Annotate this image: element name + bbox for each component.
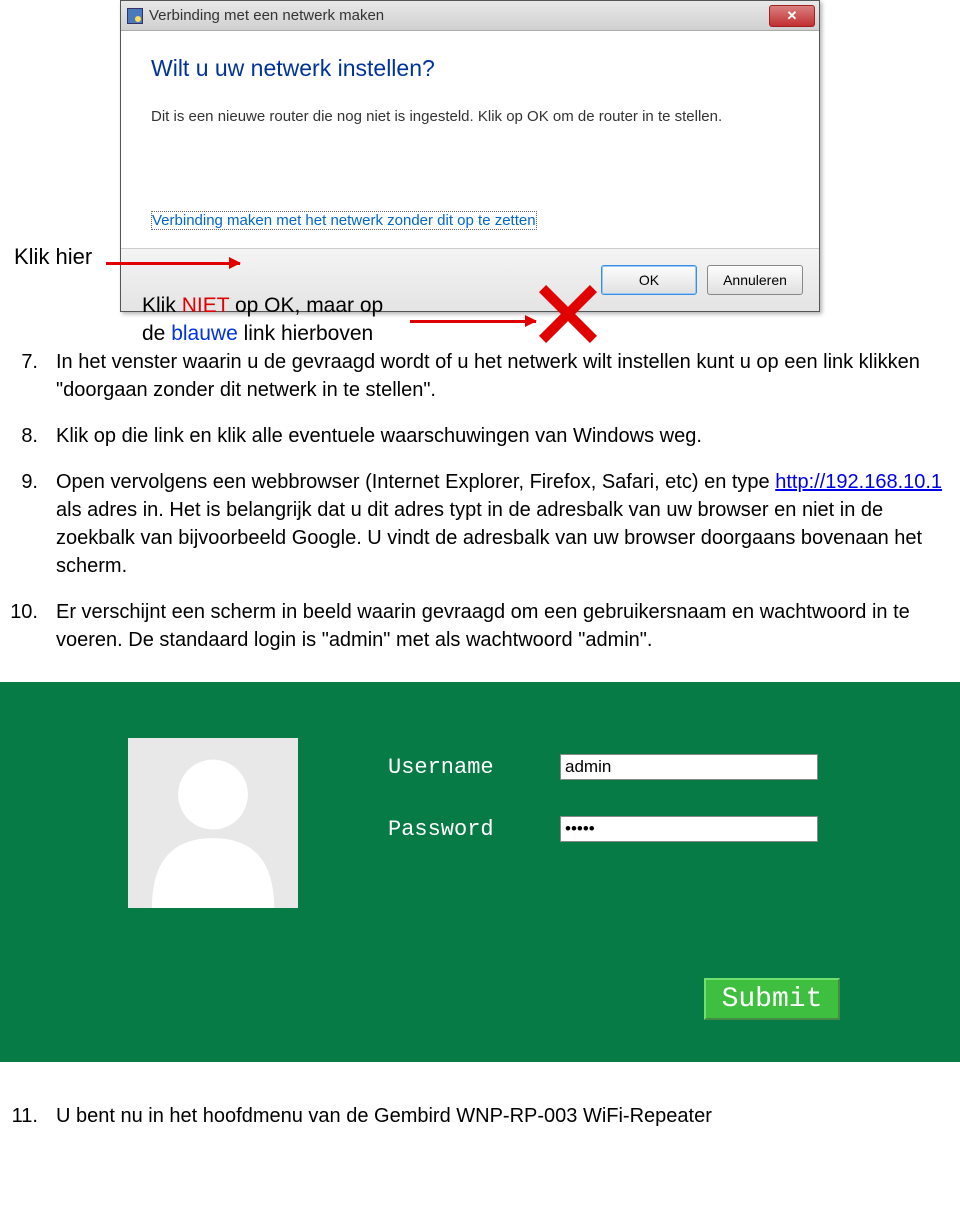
step-number: 7.: [10, 348, 56, 404]
arrow-to-link: [106, 262, 240, 265]
callout-text: de: [142, 322, 171, 345]
connect-without-setup-link[interactable]: Verbinding maken met het netwerk zonder …: [151, 211, 537, 230]
callout-blauwe: blauwe: [171, 322, 238, 345]
step-10-text: Er verschijnt een scherm in beeld waarin…: [56, 598, 950, 654]
callout-text: op OK, maar op: [229, 294, 383, 317]
password-input[interactable]: [560, 816, 818, 842]
user-avatar-placeholder: [128, 738, 298, 908]
network-icon: [127, 8, 143, 24]
username-input[interactable]: [560, 754, 818, 780]
arrow-to-ok: [410, 320, 536, 323]
close-button[interactable]: ✕: [769, 5, 815, 27]
dialog-heading: Wilt u uw netwerk instellen?: [151, 55, 789, 82]
callout-text: link hierboven: [238, 322, 373, 345]
login-panel: Username Password Submit: [0, 682, 960, 1062]
dialog-title: Verbinding met een netwerk maken: [149, 7, 769, 24]
step-number: 9.: [10, 468, 56, 580]
network-dialog: Verbinding met een netwerk maken ✕ Wilt …: [120, 0, 820, 312]
annotation-callout: Klik NIET op OK, maar op de blauwe link …: [142, 292, 383, 349]
ok-button[interactable]: OK: [601, 265, 697, 295]
password-label: Password: [388, 817, 560, 842]
step-8-text: Klik op die link en klik alle eventuele …: [56, 422, 950, 450]
callout-niet: NIET: [182, 294, 229, 317]
step-9-text: Open vervolgens een webbrowser (Internet…: [56, 468, 950, 580]
router-address-link[interactable]: http://192.168.10.1: [775, 471, 942, 493]
person-icon: [138, 748, 288, 908]
step-number: 11.: [10, 1102, 56, 1130]
step-11-text: U bent nu in het hoofdmenu van de Gembir…: [56, 1102, 950, 1130]
username-label: Username: [388, 755, 560, 780]
cancel-button[interactable]: Annuleren: [707, 265, 803, 295]
callout-text: Klik: [142, 294, 182, 317]
step-number: 10.: [10, 598, 56, 654]
step-number: 8.: [10, 422, 56, 450]
submit-button[interactable]: Submit: [704, 978, 840, 1020]
dialog-body-text: Dit is een nieuwe router die nog niet is…: [151, 106, 789, 127]
annotation-klik-hier: Klik hier: [14, 244, 92, 270]
step-7-text: In het venster waarin u de gevraagd word…: [56, 348, 950, 404]
dialog-titlebar: Verbinding met een netwerk maken ✕: [121, 1, 819, 31]
